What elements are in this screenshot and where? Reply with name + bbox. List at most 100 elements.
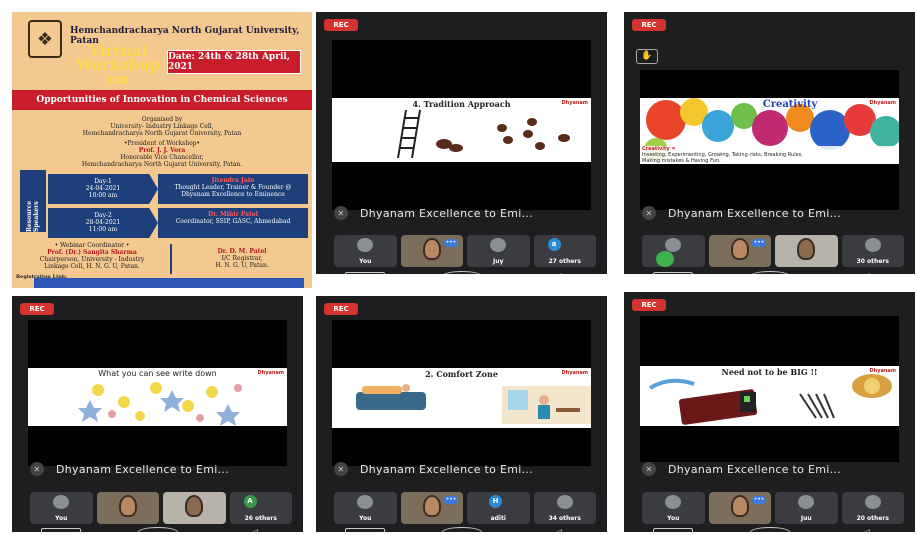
- day2-date: 28-04-2021: [85, 219, 121, 226]
- participant-camera[interactable]: [96, 492, 159, 524]
- shared-screen[interactable]: 4. Tradition Approach Dhyanam: [332, 40, 591, 210]
- avatar-icon: A: [243, 495, 257, 508]
- day1-desc: Thought Leader, Trainer & Founder @ Dhya…: [174, 184, 292, 198]
- avatar-icon: [357, 238, 374, 252]
- meeting-screenshot-4: REC 2. Comfort Zone Dhyanam ✕ Dhyanam Ex…: [316, 296, 607, 532]
- home-button[interactable]: [749, 526, 790, 532]
- meeting-screenshot-5: REC Need not to be BIG !! Dhyanam ✕ Dhya…: [624, 292, 915, 532]
- home-button[interactable]: [441, 526, 482, 532]
- shared-screen[interactable]: Creativity Dhyanam Creativity = Investin…: [640, 70, 899, 210]
- avatar-icon: [357, 495, 374, 509]
- participant-you[interactable]: [642, 235, 705, 267]
- avatar-icon: [665, 238, 682, 252]
- participant-camera[interactable]: •••: [708, 235, 771, 267]
- slide-logo: Dhyanam: [869, 100, 897, 106]
- back-button[interactable]: ◁: [847, 528, 887, 532]
- slide: What you can see write down Dhyanam: [28, 368, 287, 426]
- participant-others[interactable]: 30 others: [841, 235, 904, 267]
- mic-off-icon: ✕: [334, 462, 348, 476]
- participant-name: 30 others: [856, 258, 889, 265]
- rec-badge: REC: [632, 299, 666, 311]
- back-button[interactable]: ◁: [235, 528, 275, 532]
- slide: 2. Comfort Zone Dhyanam: [332, 368, 591, 428]
- workshop-poster: ❖ Hemchandracharya North Gujarat Univers…: [12, 12, 312, 288]
- participant-you[interactable]: You: [334, 492, 397, 524]
- participant-name: 20 others: [856, 515, 889, 522]
- slide: 4. Tradition Approach Dhyanam: [332, 98, 591, 162]
- presenter-caption: ✕ Dhyanam Excellence to Emi...: [642, 460, 907, 478]
- moons-stars-illustration: [78, 382, 242, 426]
- day1-speaker-block: Jitendra Jain Thought Leader, Trainer & …: [158, 174, 308, 204]
- participant-you[interactable]: You: [642, 492, 705, 524]
- shared-screen[interactable]: What you can see write down Dhyanam: [28, 320, 287, 466]
- day1-block: Day-1 24-04-2021 10:00 am: [48, 174, 158, 204]
- caption-text: Dhyanam Excellence to Emi...: [360, 462, 534, 476]
- shared-screen[interactable]: 2. Comfort Zone Dhyanam: [332, 320, 591, 466]
- caption-text: Dhyanam Excellence to Emi...: [668, 462, 842, 476]
- android-nav-bar: ◁: [316, 526, 607, 532]
- participant-others[interactable]: A 26 others: [229, 492, 292, 524]
- android-nav-bar: ◁: [12, 526, 303, 532]
- participant-others[interactable]: 34 others: [533, 492, 596, 524]
- shared-screen[interactable]: Need not to be BIG !! Dhyanam: [640, 316, 899, 462]
- participant-name: You: [667, 515, 680, 522]
- participant-others[interactable]: a 27 others: [533, 235, 596, 267]
- day2-desc: Coordinator, SSIP, GASC, Ahmedabad: [175, 218, 291, 225]
- recents-button[interactable]: [652, 271, 693, 274]
- home-button[interactable]: [441, 270, 482, 274]
- android-nav-bar: ◁: [316, 270, 607, 274]
- presenter-caption: ✕ Dhyanam Excellence to Emi...: [334, 460, 599, 478]
- participant-strip: You ••• Juu 20 others: [642, 492, 904, 524]
- slide-body-3: Making mistakes & Having Fun.: [642, 158, 721, 164]
- participant-camera[interactable]: •••: [708, 492, 771, 524]
- president-role: Honorable Vice Chancellor,: [120, 154, 204, 161]
- rec-badge: REC: [324, 19, 358, 31]
- meeting-screenshot-2: REC ✋ Creativity Dhyanam Creativity = In…: [624, 12, 915, 274]
- whatsapp-icon[interactable]: [656, 251, 674, 267]
- participant-aditi[interactable]: Haditi: [467, 492, 530, 524]
- participant-strip: You ••• Juy a 27 others: [334, 235, 596, 267]
- back-button[interactable]: ◁: [539, 272, 579, 274]
- caption-text: Dhyanam Excellence to Emi...: [56, 462, 230, 476]
- mic-off-icon: ✕: [334, 206, 348, 220]
- face-avatar: [422, 495, 441, 517]
- face-avatar: [797, 238, 816, 260]
- face-avatar: [118, 495, 137, 517]
- presenter-caption: ✕ Dhyanam Excellence to Emi...: [642, 204, 907, 222]
- participant-you[interactable]: You: [334, 235, 397, 267]
- back-button[interactable]: ◁: [847, 272, 887, 274]
- coord-name: Prof. (Dr.) Sangita Sharma: [47, 249, 137, 256]
- day2-block: Day-2 28-04-2021 11:00 am: [48, 208, 158, 238]
- back-button[interactable]: ◁: [539, 528, 579, 532]
- face-avatar: [422, 238, 441, 260]
- recents-button[interactable]: [344, 527, 385, 532]
- participant-juu[interactable]: Juu: [775, 492, 838, 524]
- day2-speaker-block: Dr. Mihir Patel Coordinator, SSIP, GASC,…: [158, 208, 308, 238]
- home-button[interactable]: [137, 526, 178, 532]
- small-items-illustration: [648, 374, 892, 425]
- participant-you[interactable]: You: [30, 492, 93, 524]
- registration-link[interactable]: [34, 278, 304, 288]
- ladder-monkeys-illustration: [397, 109, 570, 159]
- participant-strip: You ••• Haditi 34 others: [334, 492, 596, 524]
- president-univ: Hemchandracharya North Gujarat Universit…: [81, 161, 243, 168]
- raise-hand-icon[interactable]: ✋: [636, 49, 658, 64]
- participant-juy[interactable]: Juy: [467, 235, 530, 267]
- presenter-caption: ✕ Dhyanam Excellence to Emi...: [334, 204, 599, 222]
- recents-button[interactable]: [652, 527, 693, 532]
- participant-camera-2[interactable]: [775, 235, 838, 267]
- participant-camera[interactable]: •••: [400, 492, 463, 524]
- participant-camera[interactable]: •••: [400, 235, 463, 267]
- avatar-icon: [665, 495, 682, 509]
- reg-name: Dr. D. M. Patel: [217, 248, 267, 255]
- home-button[interactable]: [749, 270, 790, 274]
- university-logo-icon: ❖: [28, 20, 62, 58]
- participant-others[interactable]: 20 others: [841, 492, 904, 524]
- recents-button[interactable]: [40, 527, 81, 532]
- avatar-icon: [864, 238, 881, 252]
- participant-camera-2[interactable]: [163, 492, 226, 524]
- reg-role: I/C Registrar,: [221, 255, 263, 262]
- recents-button[interactable]: [344, 271, 385, 274]
- participant-name: You: [359, 515, 372, 522]
- meeting-screenshot-1: REC 4. Tradition Approach Dhyanam ✕ Dhya…: [316, 12, 607, 274]
